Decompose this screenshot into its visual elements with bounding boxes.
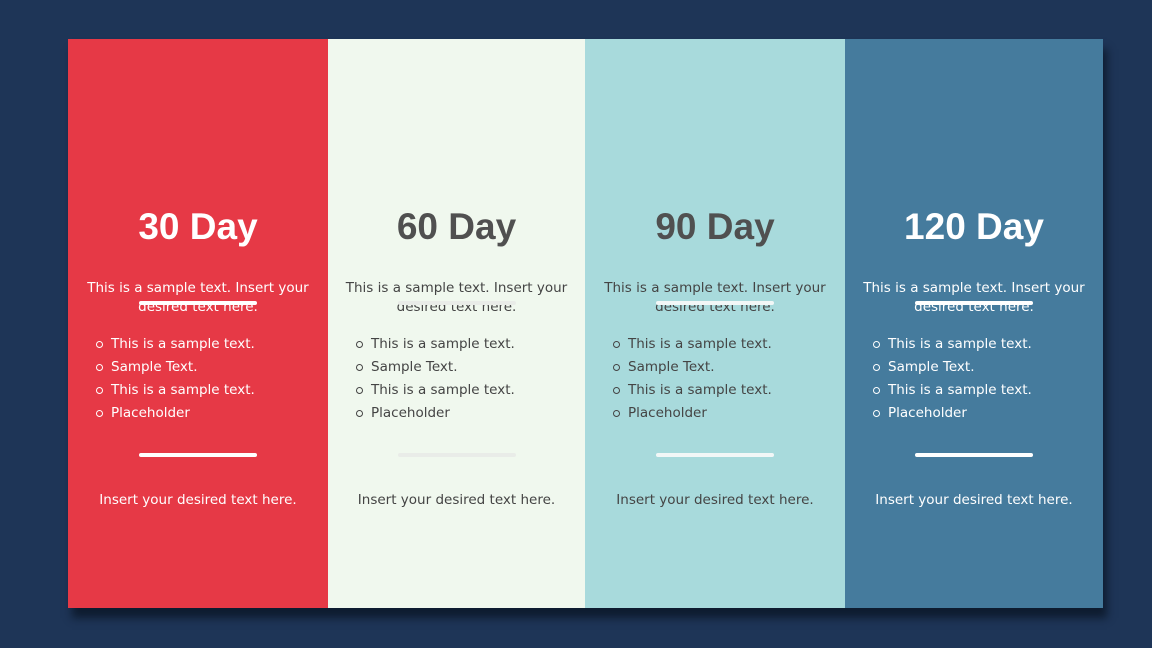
- list-item: This is a sample text.: [613, 379, 772, 402]
- list-item: Sample Text.: [873, 356, 1032, 379]
- hollow-circle-bullet-icon: [356, 341, 363, 348]
- hollow-circle-bullet-icon: [873, 364, 880, 371]
- column-120-day: 120 Day This is a sample text. Insert yo…: [845, 39, 1103, 608]
- list-item-text: This is a sample text.: [628, 336, 772, 352]
- column-footer: Insert your desired text here.: [616, 492, 814, 508]
- divider: [915, 301, 1033, 305]
- column-description: This is a sample text. Insert your desir…: [87, 280, 309, 315]
- column-90-day: 90 Day This is a sample text. Insert you…: [585, 39, 845, 608]
- list-item-text: This is a sample text.: [371, 382, 515, 398]
- hollow-circle-bullet-icon: [873, 387, 880, 394]
- column-title: 60 Day: [396, 206, 517, 247]
- list-item-text: Placeholder: [888, 405, 967, 421]
- hollow-circle-bullet-icon: [613, 364, 620, 371]
- list-item-text: Placeholder: [371, 405, 450, 421]
- bullet-list: This is a sample text. Sample Text. This i…: [873, 333, 1032, 425]
- bullet-list: This is a sample text. Sample Text. This i…: [96, 333, 255, 425]
- column-footer: Insert your desired text here.: [357, 492, 556, 508]
- list-item: Sample Text.: [613, 356, 772, 379]
- list-item: Sample Text.: [96, 356, 255, 379]
- list-item-text: This is a sample text.: [371, 336, 515, 352]
- divider: [656, 453, 774, 457]
- hollow-circle-bullet-icon: [96, 364, 103, 371]
- list-item-text: This is a sample text.: [628, 382, 772, 398]
- list-item-text: Sample Text.: [888, 359, 975, 375]
- column-footer: Insert your desired text here.: [99, 492, 297, 508]
- hollow-circle-bullet-icon: [96, 387, 103, 394]
- column-title: 120 Day: [904, 206, 1044, 247]
- divider: [139, 301, 257, 305]
- divider: [397, 301, 516, 305]
- list-item-text: This is a sample text.: [111, 336, 255, 352]
- hollow-circle-bullet-icon: [873, 410, 880, 417]
- column-title: 30 Day: [138, 206, 258, 247]
- list-item: Placeholder: [873, 402, 1032, 425]
- hollow-circle-bullet-icon: [873, 341, 880, 348]
- divider: [397, 453, 516, 457]
- list-item-text: Placeholder: [628, 405, 707, 421]
- hollow-circle-bullet-icon: [613, 341, 620, 348]
- bullet-list: This is a sample text. Sample Text. This i…: [613, 333, 772, 425]
- hollow-circle-bullet-icon: [356, 387, 363, 394]
- hollow-circle-bullet-icon: [613, 410, 620, 417]
- column-60-day: 60 Day This is a sample text. Insert you…: [328, 39, 585, 608]
- list-item-text: Sample Text.: [371, 359, 458, 375]
- column-footer: Insert your desired text here.: [875, 492, 1073, 508]
- column-title: 90 Day: [655, 206, 775, 247]
- list-item: Placeholder: [613, 402, 772, 425]
- hollow-circle-bullet-icon: [356, 410, 363, 417]
- hollow-circle-bullet-icon: [613, 387, 620, 394]
- list-item: This is a sample text.: [613, 333, 772, 356]
- list-item: Sample Text.: [356, 356, 515, 379]
- list-item-text: This is a sample text.: [888, 382, 1032, 398]
- hollow-circle-bullet-icon: [356, 364, 363, 371]
- list-item: This is a sample text.: [96, 379, 255, 402]
- divider: [656, 301, 774, 305]
- list-item-text: This is a sample text.: [888, 336, 1032, 352]
- divider: [139, 453, 257, 457]
- column-description: This is a sample text. Insert your desir…: [604, 280, 826, 315]
- list-item: This is a sample text.: [96, 333, 255, 356]
- list-item: This is a sample text.: [356, 379, 515, 402]
- divider: [915, 453, 1033, 457]
- column-description: This is a sample text. Insert your desir…: [345, 280, 568, 315]
- list-item: This is a sample text.: [873, 333, 1032, 356]
- list-item-text: Placeholder: [111, 405, 190, 421]
- list-item: This is a sample text.: [356, 333, 515, 356]
- column-30-day: 30 Day This is a sample text. Insert you…: [68, 39, 328, 608]
- column-description: This is a sample text. Insert your desir…: [863, 280, 1085, 315]
- hollow-circle-bullet-icon: [96, 410, 103, 417]
- list-item: Placeholder: [96, 402, 255, 425]
- list-item: Placeholder: [356, 402, 515, 425]
- list-item-text: This is a sample text.: [111, 382, 255, 398]
- list-item: This is a sample text.: [873, 379, 1032, 402]
- hollow-circle-bullet-icon: [96, 341, 103, 348]
- list-item-text: Sample Text.: [111, 359, 198, 375]
- list-item-text: Sample Text.: [628, 359, 715, 375]
- bullet-list: This is a sample text. Sample Text. This i…: [356, 333, 515, 425]
- timeline-panel: 30 Day This is a sample text. Insert you…: [68, 39, 1103, 608]
